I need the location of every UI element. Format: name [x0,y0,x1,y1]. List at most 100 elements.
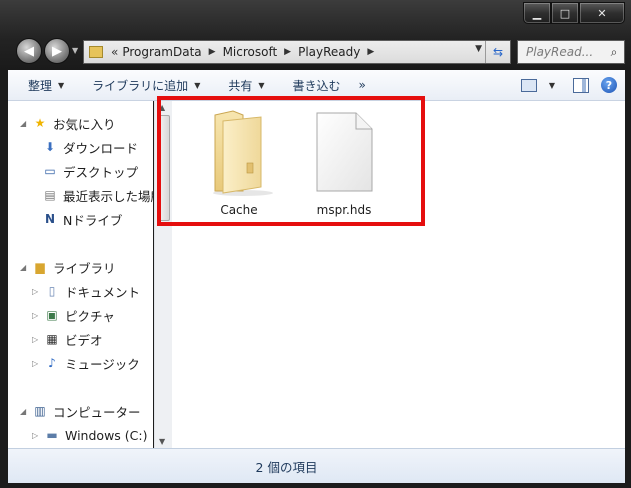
more-commands-button[interactable]: » [351,78,376,92]
window-titlebar: ▁ □ ✕ ◀ ▶ ▼ « ProgramData ▶ Microsoft ▶ … [0,0,631,70]
close-button[interactable]: ✕ [579,2,625,24]
tree-libraries[interactable]: ◢ ▆ ライブラリ [20,256,116,278]
collapse-arrow-icon[interactable]: ◢ [20,263,30,272]
file-item-mspr-hds[interactable]: mspr.hds [294,107,394,225]
share-menu[interactable]: 共有 ▼ [210,77,274,94]
star-icon: ★ [34,116,46,130]
sidebar-item-label: ビデオ [65,332,103,348]
chevron-down-icon: ▼ [58,80,65,90]
sidebar-item-drive-c[interactable]: ▷ ▬ Windows (C:) [32,424,147,446]
desktop-icon: ▭ [44,164,56,178]
sidebar-item-desktop[interactable]: ▭ デスクトップ [42,160,138,182]
hard-drive-icon: ▬ [46,428,58,442]
breadcrumb-separator-icon[interactable]: ▶ [367,47,374,57]
file-name: mspr.hds [316,203,372,217]
breadcrumb-programdata[interactable]: ProgramData [122,45,201,59]
expand-arrow-icon[interactable]: ▷ [32,311,42,320]
sidebar-item-label: ピクチャ [65,308,115,324]
scroll-up-icon[interactable]: ▲ [159,103,165,112]
address-history-dropdown-icon[interactable]: ▼ [475,44,482,54]
organize-menu[interactable]: 整理 ▼ [8,77,74,94]
burn-label: 書き込む [292,78,341,93]
minimize-button[interactable]: ▁ [523,2,551,24]
sidebar-item-recent-places[interactable]: ▤ 最近表示した場所 [42,184,153,206]
music-icon: ♪ [48,356,56,370]
computer-icon: ▥ [34,404,46,418]
sidebar-item-music[interactable]: ▷ ♪ ミュージック [32,352,140,374]
preview-pane-icon[interactable] [573,77,589,93]
toolbar-right: ▼ ? [520,70,625,100]
address-bar[interactable]: « ProgramData ▶ Microsoft ▶ PlayReady ▶ … [83,40,511,64]
sidebar-item-label: ダウンロード [63,140,139,156]
expand-arrow-icon[interactable]: ▷ [32,335,42,344]
help-icon[interactable]: ? [601,77,617,93]
recent-pages-dropdown-icon[interactable]: ▼ [72,46,78,55]
sidebar-item-downloads[interactable]: ⬇ ダウンロード [42,136,138,158]
tree-favorites[interactable]: ◢ ★ お気に入り [20,112,116,134]
tree-libraries-label: ライブラリ [53,260,116,276]
search-input[interactable]: PlayRead... [518,45,604,59]
breadcrumb-playready[interactable]: PlayReady [298,45,360,59]
more-label: » [358,78,366,92]
library-icon: ▆ [35,260,45,274]
collapse-arrow-icon[interactable]: ◢ [20,119,30,128]
sidebar-item-label: Windows (C:) [65,427,148,443]
download-folder-icon: ⬇ [44,140,56,154]
sidebar-item-videos[interactable]: ▷ ▦ ビデオ [32,328,103,350]
pictures-icon: ▣ [46,308,58,322]
breadcrumb-separator-icon[interactable]: ▶ [209,47,216,57]
chevron-down-icon: ▼ [258,80,265,90]
sidebar-item-pictures[interactable]: ▷ ▣ ピクチャ [32,304,115,326]
sidebar-item-n-drive[interactable]: N Nドライブ [42,208,122,230]
file-name: Cache [220,203,258,217]
caption-buttons: ▁ □ ✕ [523,2,625,24]
search-icon: ⌕ [610,44,618,59]
item-count: 2 個の項目 [255,459,318,475]
navigation-scrollbar[interactable]: ▲ ▼ [154,101,172,448]
maximize-button[interactable]: □ [551,2,579,24]
sidebar-item-documents[interactable]: ▷ ▯ ドキュメント [32,280,140,302]
recent-places-icon: ▤ [44,188,56,202]
tree-computer-label: コンピューター [53,404,141,420]
view-options-dropdown-icon[interactable]: ▼ [549,81,555,90]
change-view-icon[interactable] [520,78,537,92]
network-drive-icon: N [44,212,56,226]
back-button[interactable]: ◀ [16,38,42,64]
tree-favorites-label: お気に入り [53,116,116,132]
expand-arrow-icon[interactable]: ▷ [32,287,42,296]
refresh-icon: ⇆ [492,45,504,59]
scrollbar-thumb[interactable] [158,115,170,221]
back-arrow-icon: ◀ [24,43,34,59]
sidebar-item-label: ドキュメント [65,284,141,300]
breadcrumb-separator-icon[interactable]: ▶ [284,47,291,57]
refresh-button[interactable]: ⇆ [485,41,510,63]
expand-arrow-icon[interactable]: ▷ [32,431,42,440]
add-to-library-menu[interactable]: ライブラリに追加 ▼ [74,77,210,94]
sidebar-item-label: Nドライブ [63,212,123,228]
organize-label: 整理 [28,78,53,93]
scroll-down-icon[interactable]: ▼ [159,437,165,446]
status-bar: 2 個の項目 [8,448,625,483]
expand-arrow-icon[interactable]: ▷ [32,359,42,368]
chevron-down-icon: ▼ [194,80,201,90]
collapse-arrow-icon[interactable]: ◢ [20,407,30,416]
address-overflow[interactable]: « [111,45,118,59]
file-item-cache[interactable]: Cache [189,107,289,225]
file-list: Cache mspr.hds [172,101,625,448]
sidebar-item-label: ミュージック [65,356,140,372]
documents-icon: ▯ [48,284,56,298]
breadcrumb-microsoft[interactable]: Microsoft [223,45,278,59]
share-label: 共有 [228,78,253,93]
folder-icon [89,46,103,58]
burn-button[interactable]: 書き込む [275,77,351,94]
navigation-pane: ◢ ★ お気に入り ⬇ ダウンロード ▭ デスクトップ ▤ 最近表示した場所 N… [8,101,153,448]
sidebar-item-label: デスクトップ [63,164,139,180]
forward-button[interactable]: ▶ [44,38,70,64]
search-box[interactable]: PlayRead... ⌕ [517,40,625,64]
tree-computer[interactable]: ◢ ▥ コンピューター [20,400,141,422]
command-bar: 整理 ▼ ライブラリに追加 ▼ 共有 ▼ 書き込む » ▼ ? [8,70,625,101]
add-to-library-label: ライブラリに追加 [92,78,189,93]
sidebar-item-label: 最近表示した場所 [63,188,153,204]
forward-arrow-icon: ▶ [52,43,62,59]
folder-icon [213,110,273,196]
